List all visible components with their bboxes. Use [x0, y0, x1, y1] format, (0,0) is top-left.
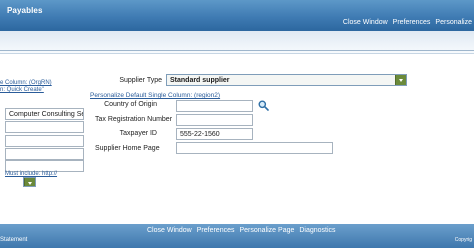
app-title: Payables [7, 6, 43, 15]
global-links: Close Window Preferences Personalize [343, 19, 472, 26]
country-of-origin-label: Country of Origin [104, 101, 157, 108]
tax-registration-label: Tax Registration Number [95, 116, 173, 123]
country-of-origin-field[interactable] [176, 100, 253, 112]
supplier-type-label: Supplier Type [119, 77, 162, 84]
footer-statement-link[interactable]: Statement [0, 237, 27, 243]
search-icon[interactable] [258, 100, 269, 111]
organization-name-field[interactable]: Computer Consulting Ser [5, 108, 84, 120]
footer-links: Close Window Preferences Personalize Pag… [147, 227, 336, 234]
footer-copyright: Copyrig [454, 237, 472, 243]
tax-registration-field[interactable] [176, 114, 253, 126]
left-select[interactable] [23, 177, 36, 187]
left-field-3[interactable] [5, 135, 84, 147]
footer-close-window-link[interactable]: Close Window [147, 227, 192, 234]
personalize-link[interactable]: Personalize [435, 19, 472, 26]
personalize-region2-link[interactable]: Personalize Default Single Column: (regi… [90, 92, 220, 99]
personalize-quick-create-link[interactable]: n: Quick Create" [0, 87, 44, 93]
supplier-type-value: Standard supplier [170, 77, 230, 84]
left-field-4[interactable] [5, 148, 84, 160]
supplier-home-page-field[interactable] [176, 142, 333, 154]
preferences-link[interactable]: Preferences [393, 19, 431, 26]
left-field-2[interactable] [5, 121, 84, 133]
personalize-orgrn-link[interactable]: e Column: (OrgRN) [0, 80, 52, 86]
footer-preferences-link[interactable]: Preferences [197, 227, 235, 234]
app-header: Payables Close Window Preferences Person… [0, 0, 474, 31]
supplier-home-page-label: Supplier Home Page [95, 145, 160, 152]
taxpayer-id-label: Taxpayer ID [119, 130, 157, 137]
chevron-down-icon [24, 178, 35, 186]
supplier-type-select[interactable]: Standard supplier [166, 74, 407, 86]
close-window-link[interactable]: Close Window [343, 19, 388, 26]
footer-diagnostics-link[interactable]: Diagnostics [299, 227, 335, 234]
taxpayer-id-field[interactable]: 555-22-1560 [176, 128, 253, 140]
footer-personalize-page-link[interactable]: Personalize Page [240, 227, 295, 234]
divider [0, 50, 474, 51]
page-footer: Close Window Preferences Personalize Pag… [0, 224, 474, 248]
chevron-down-icon [395, 75, 406, 85]
